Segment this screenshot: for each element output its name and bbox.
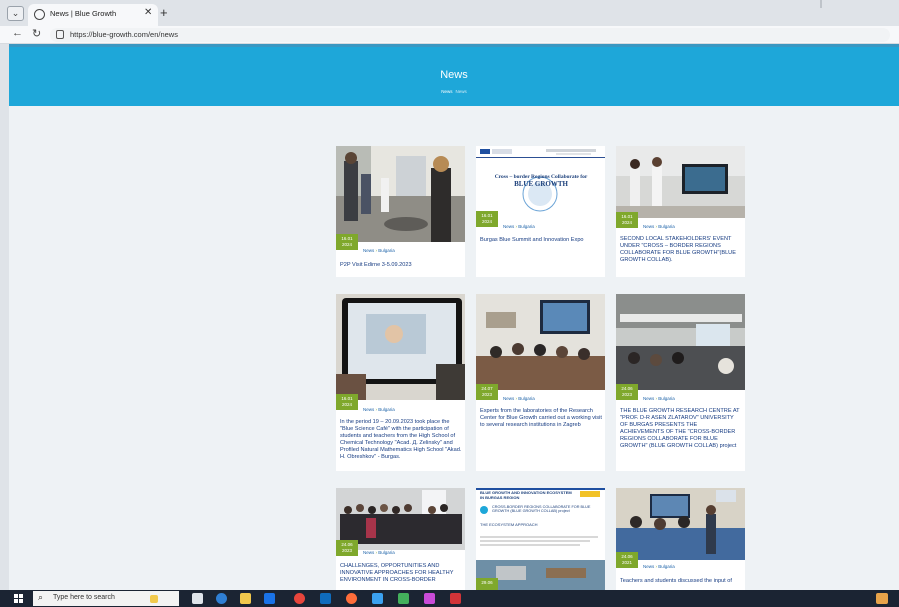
- page-title: News: [440, 69, 468, 81]
- news-card[interactable]: 24.06 2023 News › Bulgaria CHALLENGES, OP…: [336, 488, 465, 590]
- edge-browser-icon[interactable]: [216, 593, 227, 604]
- date-badge: 16.01 2024: [336, 394, 358, 410]
- date-badge: 29.06: [476, 578, 498, 590]
- tab-title: News | Blue Growth: [50, 9, 117, 18]
- photo-science-cafe: [336, 294, 465, 400]
- news-card[interactable]: BLUE GROWTH AND INNOVATION ECOSYSTEM IN …: [476, 488, 605, 590]
- chrome-icon[interactable]: [294, 593, 305, 604]
- news-card-image[interactable]: [616, 294, 745, 390]
- home-icon[interactable]: [398, 593, 409, 604]
- sparkle-icon[interactable]: [150, 595, 158, 603]
- news-card-image[interactable]: [336, 146, 465, 242]
- poster-heading: BLUE GROWTH AND INNOVATION ECOSYSTEM IN …: [480, 490, 572, 500]
- app-icon[interactable]: [372, 593, 383, 604]
- news-card[interactable]: 16.01 2024 News › Bulgaria In the period …: [336, 294, 465, 471]
- file-explorer-icon[interactable]: [240, 593, 251, 604]
- search-icon: ⌕: [38, 592, 44, 602]
- tab-news[interactable]: News | Blue Growth ✕: [28, 4, 158, 26]
- titlebar-divider: [820, 0, 822, 8]
- card-title[interactable]: Experts from the laboratories of the Res…: [480, 408, 602, 429]
- card-category: News › Bulgaria: [643, 564, 675, 569]
- card-title[interactable]: P2P Visit Edirne 3-5.09.2023: [340, 262, 462, 269]
- news-card[interactable]: 24.06 2021 News › Bulgaria Teachers and s…: [616, 488, 745, 590]
- news-card[interactable]: Cross – border Regions Collaborate for B…: [476, 146, 605, 277]
- windows-start-icon[interactable]: [14, 594, 24, 604]
- weather-icon[interactable]: [876, 593, 888, 604]
- card-category: News › Bulgaria: [643, 224, 675, 229]
- new-tab-button[interactable]: +: [160, 5, 168, 20]
- url-field[interactable]: https://blue-growth.com/en/news: [50, 28, 890, 42]
- page-viewport: News News News 16.01 2024 News › Bulgaria: [9, 44, 899, 590]
- news-card-image[interactable]: [336, 294, 465, 400]
- card-category: News › Bulgaria: [363, 550, 395, 555]
- store-icon[interactable]: [264, 593, 275, 604]
- tab-actions-menu-button[interactable]: ⌄: [7, 6, 24, 21]
- card-category: News › Bulgaria: [503, 396, 535, 401]
- date-badge: 16.01 2024: [476, 211, 498, 227]
- card-category: News › Bulgaria: [503, 224, 535, 229]
- refresh-icon[interactable]: ↻: [32, 27, 41, 40]
- news-card-image[interactable]: [476, 294, 605, 390]
- card-title[interactable]: CHALLENGES, OPPORTUNITIES AND INNOVATIVE…: [340, 563, 462, 584]
- back-arrow-icon[interactable]: ←: [12, 27, 23, 39]
- date-badge: 16.01 2024: [616, 212, 638, 228]
- outlook-icon[interactable]: [320, 593, 331, 604]
- card-category: News › Bulgaria: [643, 396, 675, 401]
- os-taskbar: ⌕ Type here to search: [0, 590, 899, 607]
- date-badge: 24.06 2021: [616, 552, 638, 568]
- news-card[interactable]: 24.06 2023 News › Bulgaria THE BLUE GROWT…: [616, 294, 745, 471]
- card-title[interactable]: THE BLUE GROWTH RESEARCH CENTRE AT "PROF…: [620, 408, 742, 450]
- photo-classroom: [616, 488, 745, 560]
- card-category: News › Bulgaria: [363, 407, 395, 412]
- poster-ecosystem: [476, 488, 605, 590]
- news-card[interactable]: 16.01 2024 News › Bulgaria SECOND LOCAL S…: [616, 146, 745, 277]
- breadcrumb-home-link[interactable]: News: [441, 89, 452, 94]
- date-badge: 24.06 2023: [336, 540, 358, 556]
- pdf-icon[interactable]: [450, 593, 461, 604]
- card-title[interactable]: Teachers and students discussed the inpu…: [620, 578, 742, 585]
- poster-subheading: CROSS-BORDER REGIONS COLLABORATE FOR BLU…: [492, 505, 591, 514]
- page-hero: News News News: [9, 44, 899, 106]
- news-card[interactable]: 24.07 2023 News › Bulgaria Experts from t…: [476, 294, 605, 471]
- taskbar-search-placeholder: Type here to search: [53, 594, 115, 601]
- photo-research-centre: [616, 294, 745, 390]
- firefox-icon[interactable]: [346, 593, 357, 604]
- globe-icon: [34, 9, 45, 20]
- photo-visit: [336, 146, 465, 242]
- task-view-icon[interactable]: [192, 593, 203, 604]
- photo-zagreb-visit: [476, 294, 605, 390]
- app-grid-icon[interactable]: [424, 593, 435, 604]
- address-toolbar: ← ↻ https://blue-growth.com/en/news: [0, 26, 899, 44]
- card-category: News › Bulgaria: [363, 248, 395, 253]
- news-card-image[interactable]: [616, 488, 745, 560]
- card-title[interactable]: In the period 19 – 20.09.2023 took place…: [340, 419, 462, 461]
- poster-heading-big: BLUE GROWTH: [514, 180, 568, 188]
- close-tab-button[interactable]: ✕: [144, 7, 152, 18]
- photo-stakeholders: [616, 146, 745, 218]
- news-card-image[interactable]: [476, 488, 605, 590]
- date-badge: 16.01 2024: [336, 234, 358, 250]
- card-title[interactable]: Burgas Blue Summit and Innovation Expo: [480, 237, 602, 244]
- breadcrumb-current: News: [455, 89, 467, 94]
- date-badge: 24.07 2023: [476, 384, 498, 400]
- url-text: https://blue-growth.com/en/news: [70, 30, 178, 39]
- lock-icon: [56, 30, 64, 39]
- tab-strip: ⌄ News | Blue Growth ✕ +: [0, 0, 899, 26]
- poster-section: THE ECOSYSTEM APPROACH: [480, 522, 538, 527]
- date-badge: 24.06 2023: [616, 384, 638, 400]
- news-card-image[interactable]: [616, 146, 745, 218]
- card-title[interactable]: SECOND LOCAL STAKEHOLDERS' EVENT UNDER "…: [620, 236, 742, 264]
- breadcrumb: News News: [9, 89, 899, 94]
- news-card[interactable]: 16.01 2024 News › Bulgaria P2P Visit Edir…: [336, 146, 465, 277]
